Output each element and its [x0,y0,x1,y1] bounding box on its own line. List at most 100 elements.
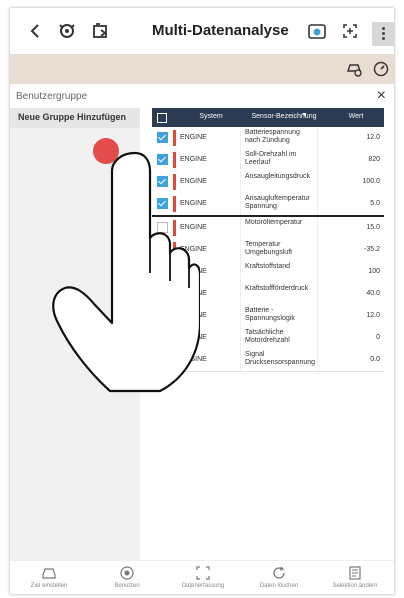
row-checkbox[interactable] [157,332,168,343]
nav-label: Ziel einstellen [30,583,68,589]
row-sensor-name: Batteriespannung nach Zündung [245,129,300,144]
vci-icon[interactable] [306,20,328,42]
nav-label: Selektion ändern [332,583,378,589]
close-icon[interactable]: × [377,87,386,105]
system-marker [173,152,176,168]
row-system: ENGINE [180,356,207,363]
row-checkbox[interactable] [157,266,168,277]
row-checkbox[interactable] [157,176,168,187]
select-all-checkbox[interactable] [157,113,167,123]
table-row[interactable]: ENGINE Soll-Drehzahl im Leerlauf 820 [152,149,384,172]
add-group-label: Neue Gruppe Hinzufügen [18,112,126,122]
table-row[interactable]: ENGINE Signal Drucksensorspannung 0.0 [152,349,384,372]
row-system: ENGINE [180,178,207,185]
nav-datenerfassung[interactable]: Datenerfassung [168,563,238,594]
table-row[interactable]: ENGINE Kraftstoffförderdruck 40.0 [152,283,384,306]
row-system: ENGINE [180,134,207,141]
row-system: ENGINE [180,334,207,341]
row-system: ENGINE [180,312,207,319]
table-row[interactable]: ENGINE Batteriespannung nach Zündung 12.0 [152,127,384,150]
row-checkbox[interactable] [157,132,168,143]
row-checkbox[interactable] [157,244,168,255]
system-marker [173,242,176,258]
row-checkbox[interactable] [157,288,168,299]
system-marker [173,308,176,324]
row-system: ENGINE [180,224,207,231]
row-checkbox[interactable] [157,198,168,209]
row-value: 12.0 [366,134,380,141]
column-divider [317,127,318,149]
nav-selektion-aendern[interactable]: Selektion ändern [320,563,390,594]
row-checkbox[interactable] [157,354,168,365]
back-icon[interactable] [28,20,42,42]
column-divider [317,239,318,261]
bottom-nav: Ziel einstellen Benutzen Datenerfassung … [10,560,394,594]
row-sensor-name: Soll-Drehzahl im Leerlauf [245,151,297,166]
table-header: System Sensor-Bezeichnung Wert [152,108,384,127]
group-panel [10,108,140,560]
system-marker [173,174,176,190]
car-icon[interactable] [90,20,112,42]
column-divider [240,283,241,305]
system-marker [173,330,176,346]
column-divider [317,217,318,239]
system-marker [173,352,176,368]
column-divider [317,261,318,283]
row-value: 0.0 [370,356,380,363]
row-system: ENGINE [180,290,207,297]
engine-icon[interactable] [56,20,78,42]
screenshot-icon[interactable] [340,20,360,42]
column-divider [240,305,241,327]
add-group-button[interactable]: Neue Gruppe Hinzufügen [10,108,140,128]
row-checkbox[interactable] [157,154,168,165]
row-sensor-name: Tatsächliche Motordrehzahl [245,329,290,344]
nav-daten-loeschen[interactable]: Daten löschen [244,563,314,594]
column-system[interactable]: System [186,113,236,120]
refresh-icon [273,566,285,579]
table-row[interactable]: ENGINE Ansaugluftemperatur Spannung 5.0 [152,193,384,216]
table-row[interactable]: ENGINE Temperatur Umgebungsluft -35.2 [152,239,384,262]
row-value: 15.0 [366,224,380,231]
column-divider [240,149,241,171]
system-marker [173,130,176,146]
table-row[interactable]: ENGINE Ansaugleitungsdruck 100.0 [152,171,384,194]
nav-benutzen[interactable]: Benutzen [92,563,162,594]
row-checkbox[interactable] [157,222,168,233]
column-divider [317,283,318,305]
table-row[interactable]: ENGINE Kraftstoffstand 100 [152,261,384,284]
column-sensor[interactable]: Sensor-Bezeichnung [244,113,324,120]
column-divider [240,217,241,239]
column-divider [317,149,318,171]
table-row[interactable]: ENGINE Motoröltemperatur 15.0 [152,217,384,240]
row-value: 100 [368,268,380,275]
sort-icon [302,113,306,117]
row-sensor-name: Motoröltemperatur [245,219,303,226]
nav-ziel-einstellen[interactable]: Ziel einstellen [14,563,84,594]
more-icon[interactable] [372,22,394,46]
system-marker [173,286,176,302]
row-value: 5.0 [370,200,380,207]
row-sensor-name: Signal Drucksensorspannung [245,351,316,366]
row-sensor-name: Ansaugleitungsdruck [245,173,310,180]
app-frame: Multi-Datenanalyse Benutzergruppe × Neue… [10,8,394,594]
row-system: ENGINE [180,200,207,207]
nav-label: Daten löschen [259,583,299,589]
table-row[interactable]: ENGINE Tatsächliche Motordrehzahl 0 [152,327,384,350]
sub-toolbar [10,54,394,84]
system-marker [173,264,176,280]
nav-label: Datenerfassung [181,583,225,589]
car-search-icon[interactable] [345,61,363,82]
row-checkbox[interactable] [157,310,168,321]
column-divider [317,305,318,327]
capture-icon [196,566,210,580]
panel-title: Benutzergruppe [16,91,88,102]
column-divider [317,193,318,215]
car-settings-icon [42,568,56,579]
row-system: ENGINE [180,268,207,275]
row-sensor-name: Batterie - Spannungslogik [245,307,295,322]
table-row[interactable]: ENGINE Batterie - Spannungslogik 12.0 [152,305,384,328]
system-marker [173,220,176,236]
column-divider [240,349,241,371]
speedometer-icon[interactable] [373,61,389,82]
column-value[interactable]: Wert [332,113,380,120]
